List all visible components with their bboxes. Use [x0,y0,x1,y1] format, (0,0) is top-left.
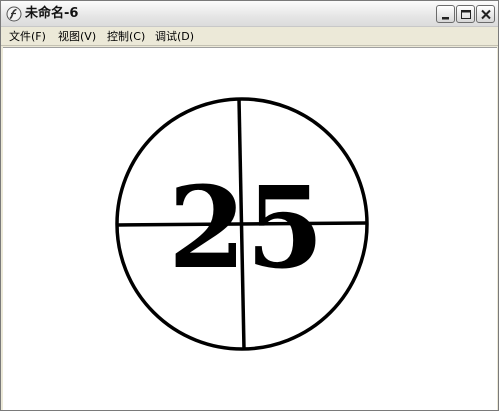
close-icon [481,9,491,20]
countdown-number: 25 [168,163,324,294]
title-bar[interactable]: 未命名-6 [1,1,498,27]
menu-debug[interactable]: 调试(D) [155,29,194,44]
app-window: 未命名-6 文件(F) 视图(V) 控制(C) 调试(D) 25 [0,0,499,411]
maximize-button[interactable] [456,5,475,23]
window-title: 未命名-6 [25,6,79,21]
stage-canvas[interactable]: 25 [3,47,497,410]
menu-view[interactable]: 视图(V) [58,29,96,44]
menu-bar: 文件(F) 视图(V) 控制(C) 调试(D) [1,27,498,46]
countdown-leader: 25 [115,97,369,351]
flash-player-icon[interactable] [6,6,22,22]
menu-control[interactable]: 控制(C) [107,29,145,44]
minimize-icon [442,17,449,20]
maximize-icon [461,10,471,19]
menu-file[interactable]: 文件(F) [9,29,46,44]
close-button[interactable] [476,5,495,23]
minimize-button[interactable] [436,5,455,23]
